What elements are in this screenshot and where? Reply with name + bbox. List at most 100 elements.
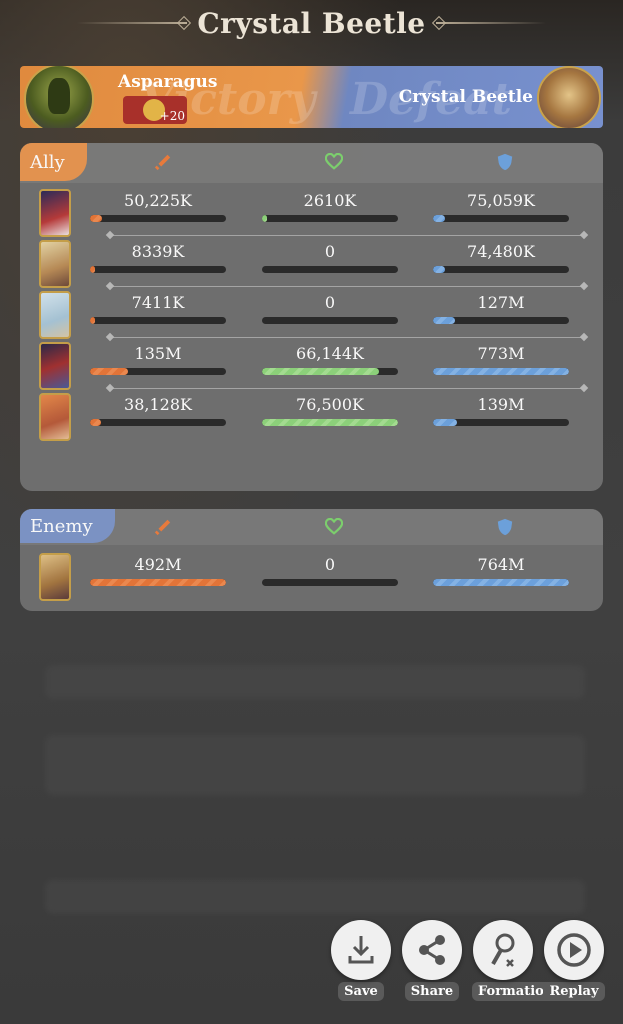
- damage-stat: 8339K: [90, 242, 226, 273]
- battle-banner: Victory Defeat Asparagus +20 Crystal Bee…: [20, 66, 603, 128]
- damage-stat: 7411K: [90, 293, 226, 324]
- damage-bar: [90, 215, 226, 222]
- damage-bar: [90, 579, 226, 586]
- healing-value: 2610K: [303, 191, 357, 210]
- damage-value: 50,225K: [124, 191, 192, 210]
- enemy-stats-panel: Enemy 492M 0 764M: [20, 509, 603, 611]
- shield-icon: [497, 153, 513, 171]
- healing-value: 66,144K: [296, 344, 364, 363]
- row-divider: [110, 286, 584, 287]
- healing-value: 0: [324, 242, 336, 261]
- title-bar: Crystal Beetle: [0, 0, 623, 46]
- healing-value: 0: [324, 555, 336, 574]
- enemy-avatar[interactable]: [537, 66, 601, 128]
- replay-icon: [544, 920, 604, 980]
- formation-button[interactable]: Formation: [472, 920, 560, 1001]
- damage-bar-fill: [90, 419, 101, 426]
- damage-stat: 50,225K: [90, 191, 226, 222]
- share-icon: [402, 920, 462, 980]
- defense-stat: 773M: [433, 344, 569, 375]
- sword-icon: [154, 154, 171, 171]
- defense-bar-fill: [433, 579, 569, 586]
- hero-avatar[interactable]: [39, 189, 71, 237]
- background-row: [45, 665, 585, 699]
- healing-bar-fill: [262, 368, 379, 375]
- stat-row: 135M 66,144K 773M: [20, 342, 603, 392]
- stat-row: 8339K 0 74,480K: [20, 240, 603, 290]
- damage-bar: [90, 419, 226, 426]
- ally-stats-panel: Ally 50,225K 2610K 75,059K 8339K 0 74,48…: [20, 143, 603, 491]
- damage-value: 492M: [134, 555, 182, 574]
- defense-value: 75,059K: [467, 191, 535, 210]
- healing-bar-fill: [262, 215, 268, 222]
- share-label: Share: [404, 982, 460, 1001]
- background-row: [45, 735, 585, 795]
- defense-stat: 127M: [433, 293, 569, 324]
- stat-row: 7411K 0 127M: [20, 291, 603, 341]
- damage-stat: 135M: [90, 344, 226, 375]
- enemy-panel-header: Enemy: [20, 509, 603, 545]
- hero-avatar[interactable]: [39, 291, 71, 339]
- defense-bar: [433, 579, 569, 586]
- ally-leader-avatar[interactable]: [24, 66, 94, 128]
- defense-bar-fill: [433, 419, 458, 426]
- defense-bar: [433, 266, 569, 273]
- badge-level: +20: [159, 109, 185, 123]
- defense-value: 139M: [477, 395, 525, 414]
- healing-stat: 0: [262, 555, 398, 586]
- replay-label: Replay: [543, 982, 605, 1001]
- stat-row: 38,128K 76,500K 139M: [20, 393, 603, 443]
- damage-bar: [90, 317, 226, 324]
- hero-avatar[interactable]: [39, 393, 71, 441]
- hero-avatar[interactable]: [39, 240, 71, 288]
- defense-bar-fill: [433, 317, 455, 324]
- damage-bar: [90, 266, 226, 273]
- defense-value: 74,480K: [467, 242, 535, 261]
- healing-bar: [262, 215, 398, 222]
- action-bar: Save Share Formation Replay: [330, 920, 610, 1020]
- healing-stat: 76,500K: [262, 395, 398, 426]
- damage-bar-fill: [90, 215, 103, 222]
- ally-name: Asparagus: [118, 72, 218, 92]
- damage-bar-fill: [90, 579, 226, 586]
- healing-value: 76,500K: [296, 395, 364, 414]
- hero-avatar[interactable]: [39, 342, 71, 390]
- row-divider: [110, 337, 584, 338]
- title-ornament-left: [77, 22, 188, 24]
- damage-value: 8339K: [131, 242, 185, 261]
- healing-stat: 0: [262, 293, 398, 324]
- row-divider: [110, 388, 584, 389]
- damage-value: 38,128K: [124, 395, 192, 414]
- stat-row: 50,225K 2610K 75,059K: [20, 189, 603, 239]
- page-title: Crystal Beetle: [197, 6, 426, 40]
- formation-icon: [473, 920, 533, 980]
- save-icon: [331, 920, 391, 980]
- stat-row: 492M 0 764M: [20, 553, 603, 603]
- defense-bar: [433, 215, 569, 222]
- defense-value: 773M: [477, 344, 525, 363]
- ally-tag: Ally: [20, 143, 87, 181]
- healing-stat: 2610K: [262, 191, 398, 222]
- ally-panel-header: Ally: [20, 143, 603, 183]
- healing-bar: [262, 317, 398, 324]
- healing-stat: 0: [262, 242, 398, 273]
- enemy-name: Crystal Beetle: [398, 87, 533, 107]
- title-ornament-right: [435, 22, 546, 24]
- defense-stat: 764M: [433, 555, 569, 586]
- damage-bar-fill: [90, 368, 129, 375]
- defense-bar-fill: [433, 215, 446, 222]
- enemy-tag: Enemy: [20, 509, 115, 543]
- defense-bar-fill: [433, 368, 569, 375]
- damage-bar-fill: [90, 317, 96, 324]
- damage-value: 135M: [134, 344, 182, 363]
- healing-bar: [262, 368, 398, 375]
- save-button[interactable]: Save: [330, 920, 392, 1001]
- share-button[interactable]: Share: [401, 920, 463, 1001]
- level-badge: +20: [123, 96, 187, 124]
- defense-stat: 74,480K: [433, 242, 569, 273]
- hero-avatar[interactable]: [39, 553, 71, 601]
- replay-button[interactable]: Replay: [543, 920, 605, 1001]
- damage-bar: [90, 368, 226, 375]
- healing-bar: [262, 419, 398, 426]
- save-label: Save: [338, 982, 384, 1001]
